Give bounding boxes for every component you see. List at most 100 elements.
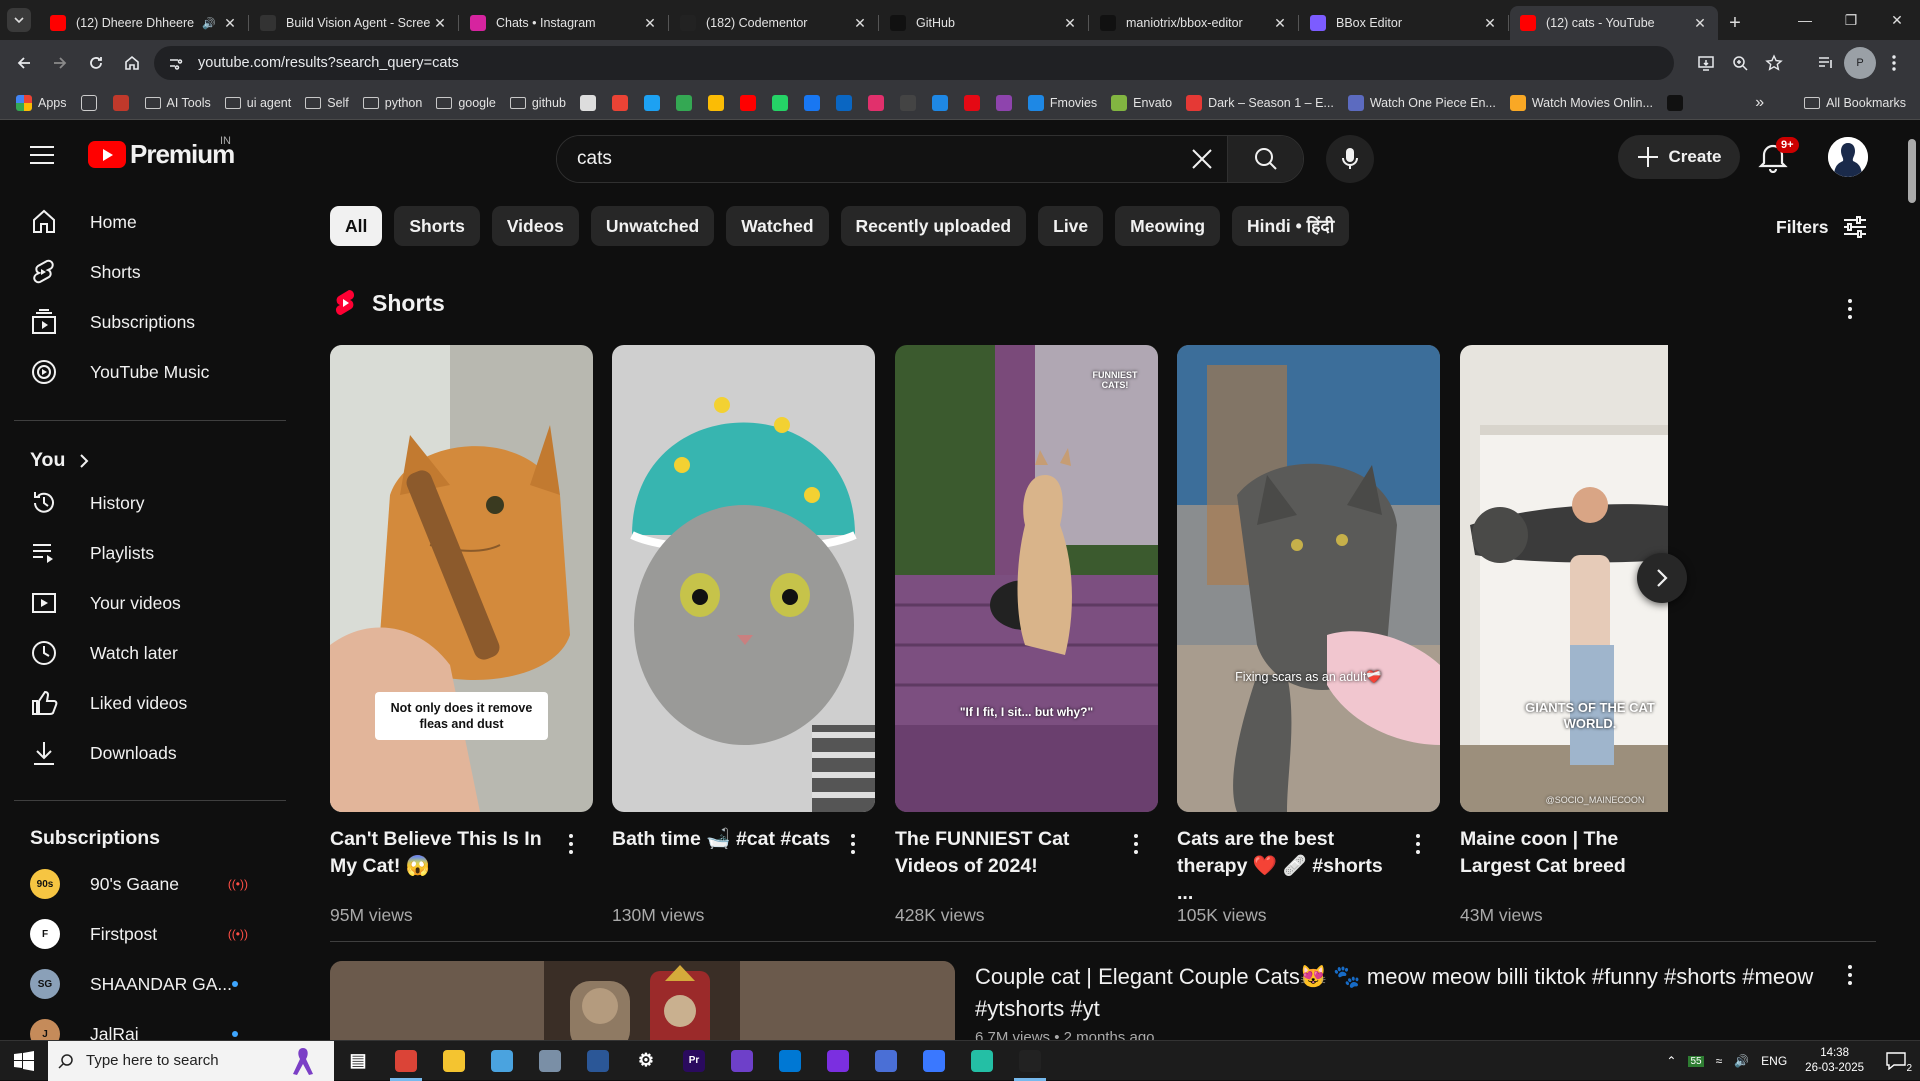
filter-chip[interactable]: Shorts	[394, 206, 480, 246]
short-title[interactable]: Bath time 🛁 #cat #cats	[612, 826, 837, 853]
guide-menu-button[interactable]	[30, 145, 54, 165]
taskbar-app[interactable]	[958, 1041, 1006, 1081]
short-title[interactable]: The FUNNIEST Cat Videos of 2024!	[895, 826, 1120, 880]
taskbar-app[interactable]: ▤	[334, 1041, 382, 1081]
bookmark-item[interactable]: Envato	[1111, 94, 1172, 111]
new-tab-button[interactable]: +	[1718, 6, 1752, 40]
bookmark-item[interactable]: ui agent	[224, 96, 291, 110]
bookmark-item[interactable]	[80, 94, 103, 111]
tray-app-icon[interactable]: 55	[1688, 1055, 1704, 1067]
back-button[interactable]	[8, 47, 40, 79]
filter-chip[interactable]: Hindi • हिंदी	[1232, 206, 1350, 246]
tab-search-button[interactable]	[0, 0, 38, 40]
taskbar-app[interactable]	[574, 1041, 622, 1081]
filter-chip[interactable]: Watched	[726, 206, 829, 246]
browser-tab[interactable]: (12) Dheere Dhheere 🔊 ✕	[40, 6, 249, 40]
bookmark-item[interactable]	[835, 94, 858, 111]
shelf-menu-button[interactable]	[1838, 297, 1862, 321]
all-bookmarks-button[interactable]: All Bookmarks	[1826, 96, 1906, 110]
short-card[interactable]: "If I fit, I sit... but why?" FUNNIEST CA…	[895, 345, 1158, 925]
taskbar-app[interactable]	[382, 1041, 430, 1081]
subscription-channel[interactable]: J JalRaj	[14, 1011, 276, 1040]
language-indicator[interactable]: ENG	[1761, 1054, 1787, 1068]
taskbar-app[interactable]: Pr	[670, 1041, 718, 1081]
taskbar-app[interactable]	[910, 1041, 958, 1081]
clock[interactable]: 14:38 26-03-2025	[1799, 1046, 1870, 1076]
short-card[interactable]: Bath time 🛁 #cat #cats 130M views	[612, 345, 875, 925]
bookmark-item[interactable]: Watch Movies Onlin...	[1509, 94, 1653, 111]
shorts-next-button[interactable]	[1637, 553, 1687, 603]
short-thumbnail[interactable]: "If I fit, I sit... but why?" FUNNIEST CA…	[895, 345, 1158, 812]
browser-tab[interactable]: (12) cats - YouTube ✕	[1510, 6, 1718, 40]
browser-menu-button[interactable]	[1878, 47, 1910, 79]
close-tab-icon[interactable]: ✕	[222, 15, 238, 31]
bookmark-item[interactable]: AI Tools	[144, 96, 211, 110]
bookmark-item[interactable]: github	[509, 96, 566, 110]
browser-tab[interactable]: Build Vision Agent - Scree ✕	[250, 6, 459, 40]
taskbar-app[interactable]: ⚙	[622, 1041, 670, 1081]
restore-button[interactable]: ❐	[1828, 0, 1874, 40]
subscription-channel[interactable]: 90s 90's Gaane ((•))	[14, 861, 276, 907]
address-bar[interactable]: youtube.com/results?search_query=cats	[154, 46, 1674, 80]
taskbar-app[interactable]	[814, 1041, 862, 1081]
more-bookmarks-button[interactable]: »	[1755, 94, 1764, 112]
sidebar-item[interactable]: Downloads	[14, 730, 276, 776]
close-tab-icon[interactable]: ✕	[432, 15, 448, 31]
minimize-button[interactable]: —	[1782, 0, 1828, 40]
bookmark-item[interactable]: Apps	[16, 94, 67, 111]
voice-search-button[interactable]	[1326, 135, 1374, 183]
taskbar-app[interactable]	[478, 1041, 526, 1081]
short-menu-button[interactable]	[559, 832, 583, 856]
site-settings-icon[interactable]	[168, 55, 184, 71]
browser-tab[interactable]: maniotrix/bbox-editor ✕	[1090, 6, 1299, 40]
close-tab-icon[interactable]: ✕	[1062, 15, 1078, 31]
page-scrollbar[interactable]	[1906, 121, 1918, 1040]
bookmark-item[interactable]	[643, 94, 666, 111]
short-title[interactable]: Can't Believe This Is In My Cat! 😱	[330, 826, 555, 880]
bookmark-item[interactable]: Fmovies	[1027, 94, 1097, 111]
bookmark-star-button[interactable]	[1758, 47, 1790, 79]
bookmark-item[interactable]	[899, 94, 922, 111]
filter-chip[interactable]: Live	[1038, 206, 1104, 246]
short-title[interactable]: Cats are the best therapy ❤️ 🩹 #shorts .…	[1177, 826, 1402, 907]
filter-chip[interactable]: Meowing	[1115, 206, 1221, 246]
taskbar-app[interactable]	[430, 1041, 478, 1081]
short-card[interactable]: Fixing scars as an adult❤️‍🩹 Cats are the…	[1177, 345, 1440, 925]
close-window-button[interactable]: ✕	[1874, 0, 1920, 40]
browser-tab[interactable]: GitHub ✕	[880, 6, 1089, 40]
profile-button[interactable]: P	[1844, 47, 1876, 79]
video-menu-button[interactable]	[1838, 963, 1862, 987]
sidebar-item[interactable]: Watch later	[14, 630, 276, 676]
install-app-button[interactable]	[1690, 47, 1722, 79]
short-thumbnail[interactable]: Fixing scars as an adult❤️‍🩹	[1177, 345, 1440, 812]
close-tab-icon[interactable]: ✕	[1272, 15, 1288, 31]
taskbar-app[interactable]	[862, 1041, 910, 1081]
short-thumbnail[interactable]	[612, 345, 875, 812]
close-tab-icon[interactable]: ✕	[642, 15, 658, 31]
bookmark-item[interactable]	[707, 94, 730, 111]
bookmark-item[interactable]	[112, 94, 135, 111]
filter-chip[interactable]: Unwatched	[590, 206, 715, 246]
close-tab-icon[interactable]: ✕	[1692, 15, 1708, 31]
bookmark-item[interactable]	[739, 94, 762, 111]
bookmark-item[interactable]	[1666, 94, 1689, 111]
filter-chip[interactable]: Videos	[491, 206, 579, 246]
browser-tab[interactable]: Chats • Instagram ✕	[460, 6, 669, 40]
start-button[interactable]	[0, 1041, 48, 1081]
video-thumbnail[interactable]	[330, 961, 955, 1040]
wifi-icon[interactable]: ≈	[1716, 1054, 1723, 1068]
account-avatar[interactable]	[1828, 137, 1868, 177]
zoom-button[interactable]	[1724, 47, 1756, 79]
bookmark-item[interactable]	[675, 94, 698, 111]
bookmark-item[interactable]	[931, 94, 954, 111]
bookmark-item[interactable]	[771, 94, 794, 111]
filter-chip[interactable]: Recently uploaded	[840, 206, 1027, 246]
taskbar-app[interactable]	[1006, 1041, 1054, 1081]
taskbar-app[interactable]	[718, 1041, 766, 1081]
short-title[interactable]: Maine coon | The Largest Cat breed	[1460, 826, 1685, 880]
volume-icon[interactable]: 🔊	[1734, 1054, 1749, 1068]
short-menu-button[interactable]	[1406, 832, 1430, 856]
filter-chip[interactable]: All	[330, 206, 383, 246]
bookmark-item[interactable]	[611, 94, 634, 111]
sidebar-item[interactable]: YouTube Music	[14, 349, 276, 395]
